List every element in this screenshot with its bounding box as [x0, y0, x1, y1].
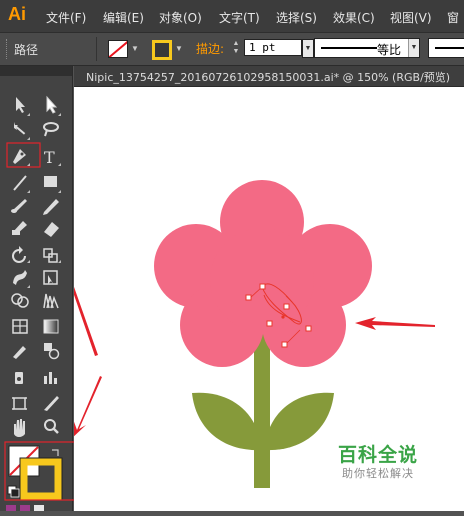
arrow-to-swatches: [70, 376, 102, 440]
menu-select[interactable]: 选择(S): [276, 9, 317, 26]
menu-effect[interactable]: 效果(C): [333, 9, 375, 26]
watermark-subtitle: 助你轻松解决: [342, 467, 414, 480]
right-leaf: [264, 392, 334, 451]
chevron-down-icon[interactable]: ▼: [302, 39, 314, 58]
menu-object[interactable]: 对象(O): [159, 9, 202, 26]
menu-file[interactable]: 文件(F): [46, 9, 86, 26]
stroke-swatch[interactable]: [152, 40, 172, 60]
profile-preview-line: [321, 47, 377, 49]
left-leaf: [192, 392, 262, 451]
chevron-down-icon[interactable]: ▼: [175, 44, 183, 53]
tools-panel: [0, 66, 73, 511]
brush-preview-line: [435, 47, 464, 49]
selection-type-label: 路径: [14, 43, 39, 57]
stroke-profile-select[interactable]: 等比 ▼: [314, 38, 420, 58]
path-center-point: [281, 315, 285, 319]
document-tab[interactable]: Nipic_13754257_20160726102958150031.ai* …: [74, 66, 464, 87]
divider: [96, 37, 97, 61]
stroke-weight-field[interactable]: 1 pt: [244, 39, 302, 56]
panel-grip[interactable]: [6, 39, 9, 59]
arrow-to-flower: [355, 317, 435, 330]
menu-bar: Ai 文件(F) 编辑(E) 对象(O) 文字(T) 选择(S) 效果(C) 视…: [0, 0, 464, 32]
tools-panel-header[interactable]: [0, 66, 72, 76]
menu-window[interactable]: 窗: [447, 9, 459, 26]
arrow-to-pen-tool: [33, 184, 98, 356]
brush-definition-select[interactable]: [428, 38, 464, 58]
document-tab-title: Nipic_13754257_20160726102958150031.ai* …: [86, 71, 451, 84]
menu-type[interactable]: 文字(T): [219, 9, 260, 26]
chevron-down-icon[interactable]: ▼: [131, 44, 139, 53]
chevron-down-icon[interactable]: ▼: [408, 39, 419, 57]
menu-view[interactable]: 视图(V): [390, 9, 432, 26]
flower-center: [210, 228, 314, 332]
app-logo: Ai: [8, 4, 26, 24]
stroke-label[interactable]: 描边:: [196, 40, 224, 57]
fill-swatch-none[interactable]: [108, 40, 128, 58]
menu-edit[interactable]: 编辑(E): [103, 9, 144, 26]
profile-label: 等比: [377, 43, 402, 57]
watermark-title: 百科全说: [338, 444, 419, 466]
stroke-weight-stepper[interactable]: ▲ ▼: [231, 40, 241, 56]
